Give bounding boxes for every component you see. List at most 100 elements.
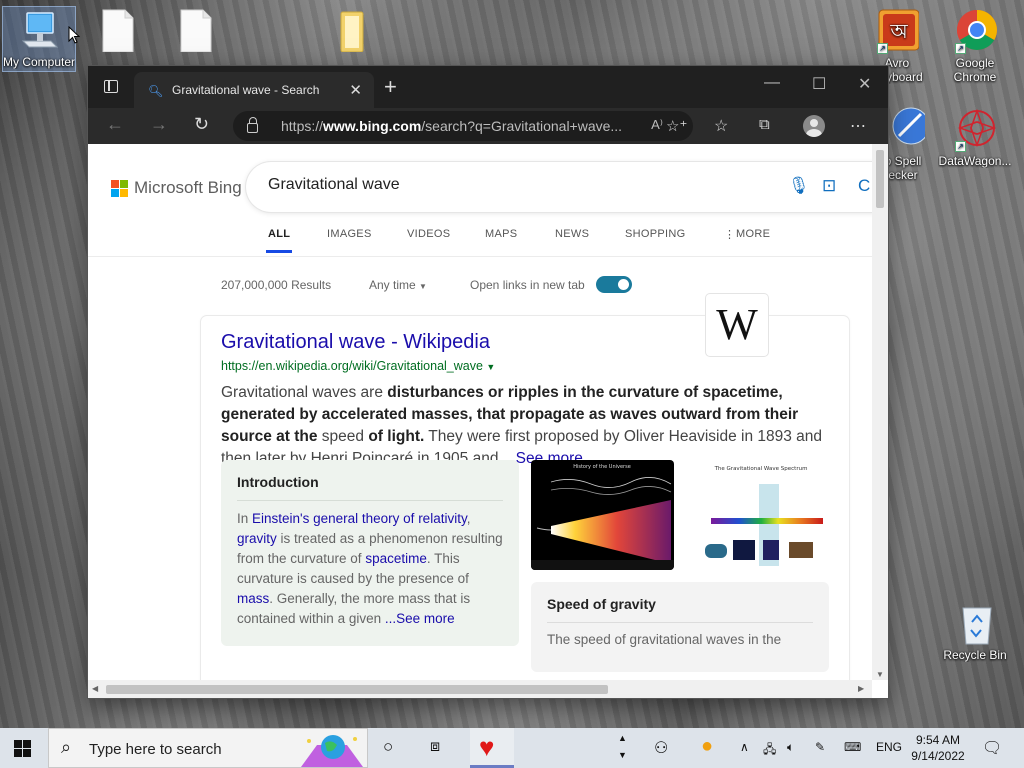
svg-text:History of the Universe: History of the Universe xyxy=(573,464,631,470)
refresh-button[interactable]: ↻ xyxy=(194,114,209,135)
caret-down-icon: ▼ xyxy=(486,362,496,372)
desktop-icon-folder[interactable] xyxy=(312,6,386,54)
taskbar-scroll-arrows-icon[interactable]: ▲ ▼ xyxy=(618,730,627,764)
desktop-icon-google-chrome[interactable]: ↗ Google Chrome xyxy=(938,8,1012,84)
notifications-icon[interactable]: 🗨︎ xyxy=(982,738,1002,758)
profile-avatar[interactable] xyxy=(803,115,825,137)
new-tab-button[interactable]: + xyxy=(384,74,397,100)
collections-icon[interactable]: ⧉ xyxy=(759,116,770,133)
see-more-link[interactable]: ...See more xyxy=(385,611,455,626)
link-mass[interactable]: mass xyxy=(237,591,269,606)
title-bar: 🔍︎ Gravitational wave - Search ✕ + — ☐ ✕ xyxy=(88,66,888,108)
forward-button[interactable]: → xyxy=(150,114,168,135)
tab-gravitational-wave[interactable]: 🔍︎ Gravitational wave - Search ✕ xyxy=(134,72,374,108)
desktop-icon-file[interactable] xyxy=(80,6,154,54)
gravitational-wave-spectrum-image[interactable]: The Gravitational Wave Spectrum xyxy=(689,460,833,570)
speed-of-gravity-panel: Speed of gravity The speed of gravitatio… xyxy=(531,582,829,672)
tab-videos[interactable]: VIDEOS xyxy=(407,228,450,240)
people-icon[interactable]: ⚇ xyxy=(654,738,668,758)
speed-heading: Speed of gravity xyxy=(547,596,656,612)
start-windows-icon[interactable] xyxy=(14,740,32,757)
datawagon-icon: ↗ xyxy=(953,106,997,152)
desktop-icon-datawagon[interactable]: ↗ DataWagon... xyxy=(938,106,1012,168)
close-window-button[interactable]: ✕ xyxy=(858,74,871,94)
scroll-left-arrow-icon[interactable]: ◀ xyxy=(92,684,98,693)
taskbar-app-heart[interactable]: ♥ xyxy=(470,728,514,768)
clock[interactable]: 9:54 AM 9/14/2022 xyxy=(906,732,970,764)
file-icon xyxy=(95,6,139,53)
page-viewport: Microsoft Bing 🎙︎ ⊡ C ALL IMAGES VIDEOS … xyxy=(88,144,872,680)
orange-app-icon[interactable]: ● xyxy=(701,735,713,758)
folder-icon xyxy=(327,6,371,53)
introduction-text: In Einstein's general theory of relativi… xyxy=(237,511,503,626)
nav-divider xyxy=(88,256,872,257)
favorites-icon[interactable]: ☆ xyxy=(714,116,728,136)
address-bar[interactable]: https://www.bing.com/search?q=Gravitatio… xyxy=(233,111,693,141)
mouse-cursor-icon xyxy=(68,26,80,44)
desktop-icon-label: My Computer a xyxy=(3,55,75,69)
pen-icon[interactable]: ✎ xyxy=(815,740,825,754)
scroll-thumb[interactable] xyxy=(106,685,608,694)
tab-title: Gravitational wave - Search xyxy=(172,83,320,97)
speed-text: The speed of gravitational waves in the xyxy=(547,632,782,647)
history-of-universe-image[interactable]: History of the Universe xyxy=(531,460,674,570)
microsoft-logo-icon xyxy=(111,179,128,197)
search-icon: 🔍︎ xyxy=(148,84,164,98)
open-links-toggle[interactable] xyxy=(596,276,632,293)
link-gravity[interactable]: gravity xyxy=(237,531,277,546)
time-filter-dropdown[interactable]: Any time ▼ xyxy=(369,278,427,292)
add-favorite-icon[interactable]: ☆⁺ xyxy=(666,117,687,135)
tab-images[interactable]: IMAGES xyxy=(327,228,372,240)
desktop-icon-label: Google Chrome xyxy=(953,56,997,84)
cortana-icon[interactable]: ○ xyxy=(383,737,393,757)
recycle-bin-icon xyxy=(953,600,997,646)
scroll-thumb[interactable] xyxy=(876,150,884,208)
scroll-down-arrow-icon[interactable]: ▼ xyxy=(876,670,884,679)
horizontal-scrollbar[interactable]: ◀ ▶ xyxy=(88,680,872,698)
browser-window: 🔍︎ Gravitational wave - Search ✕ + — ☐ ✕… xyxy=(88,66,888,698)
maximize-button[interactable]: ☐ xyxy=(812,74,826,94)
result-url[interactable]: https://en.wikipedia.org/wiki/Gravitatio… xyxy=(221,359,495,373)
taskbar-search-box[interactable]: ⌕ Type here to search xyxy=(48,728,368,768)
result-title-link[interactable]: Gravitational wave - Wikipedia xyxy=(221,331,490,354)
bing-logo[interactable]: Microsoft Bing xyxy=(111,178,242,198)
keyboard-icon[interactable]: ⌨ xyxy=(844,740,861,754)
tab-actions-icon[interactable] xyxy=(104,80,118,93)
tab-more[interactable]: MORE xyxy=(736,228,770,240)
active-tab-indicator xyxy=(266,250,292,253)
desktop-icon-recycle-bin[interactable]: Recycle Bin xyxy=(938,600,1012,662)
desktop-icon-my-computer[interactable]: My Computer a xyxy=(2,6,76,72)
monitor-icon xyxy=(17,7,61,53)
link-spacetime[interactable]: spacetime xyxy=(365,551,427,566)
volume-icon[interactable]: 🔈︎ xyxy=(787,740,794,755)
tab-maps[interactable]: MAPS xyxy=(485,228,517,240)
link-general-relativity[interactable]: Einstein's general theory of relativity xyxy=(252,511,467,526)
wikipedia-logo[interactable]: W xyxy=(706,294,768,356)
tab-shopping[interactable]: SHOPPING xyxy=(625,228,685,240)
close-tab-icon[interactable]: ✕ xyxy=(349,81,362,99)
minimize-button[interactable]: — xyxy=(764,74,780,92)
tab-all[interactable]: ALL xyxy=(268,228,290,240)
vertical-scrollbar[interactable]: ▼ xyxy=(872,144,888,680)
network-icon[interactable]: 🖧︎ xyxy=(763,740,776,761)
back-button[interactable]: ← xyxy=(106,114,124,135)
tab-news[interactable]: NEWS xyxy=(555,228,589,240)
desktop-icon-file[interactable] xyxy=(158,6,232,54)
shortcut-arrow-icon: ↗ xyxy=(955,141,966,152)
visual-search-icon[interactable]: ⊡ xyxy=(822,176,836,196)
scroll-right-arrow-icon[interactable]: ▶ xyxy=(858,684,864,693)
read-aloud-icon[interactable]: A⁾ xyxy=(651,117,663,133)
task-view-icon[interactable]: ⧈ xyxy=(430,738,440,756)
show-hidden-icons-chevron-icon[interactable]: ∧ xyxy=(740,740,749,754)
file-icon xyxy=(173,6,217,53)
heart-app-icon: ♥ xyxy=(479,732,495,762)
more-menu-icon[interactable]: ⋯ xyxy=(850,116,866,136)
search-icon[interactable]: C xyxy=(858,176,870,196)
avro-keyboard-icon: অ ↗ xyxy=(875,8,920,54)
results-count: 207,000,000 Results xyxy=(221,278,332,292)
microphone-icon[interactable]: 🎙︎ xyxy=(788,176,810,196)
language-indicator[interactable]: ENG xyxy=(876,740,902,754)
search-input[interactable] xyxy=(268,176,748,194)
lock-icon xyxy=(247,117,258,133)
address-url: https://www.bing.com/search?q=Gravitatio… xyxy=(281,118,623,134)
